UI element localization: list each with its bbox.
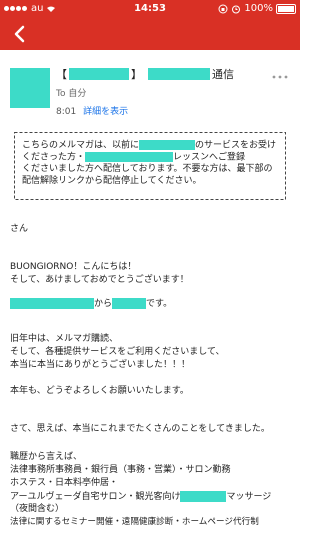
details-link[interactable]: 詳細を表示 — [83, 107, 128, 117]
from-line: から です。 — [10, 298, 295, 311]
battery-icon — [276, 3, 296, 14]
orientation-lock-icon — [218, 4, 228, 13]
paragraph-line: さて、思えば、本当にこれまでたくさんのことをしてきました。 — [10, 424, 270, 434]
notice-text: こちらのメルマガは、以前に のサービスをお受け くださった方・ レッスンへご登録 く… — [22, 140, 282, 187]
paragraph-line: 本当に本当にありがとうございました！！！ — [10, 360, 191, 370]
paragraph-line: アーユルヴェーダ自宅サロン・観光客向け マッサージ — [10, 491, 295, 504]
email-time: 8:01 — [56, 107, 77, 117]
from-text: です。 — [146, 299, 173, 309]
greeting-line: そして、あけましておめでとうございます！ — [10, 275, 189, 285]
notice-line: レッスンへご登録 — [173, 152, 246, 163]
arrow-back-icon[interactable] — [8, 22, 32, 46]
notice-line: くださいました方へ配信しております。不要な方は、最下部の — [22, 164, 273, 174]
paragraph-text: マッサージ — [226, 492, 272, 502]
notice-box: こちらのメルマガは、以前に のサービスをお受け くださった方・ レッスンへご登録 く… — [14, 132, 286, 200]
redacted-text — [148, 68, 210, 80]
redacted-text — [139, 140, 196, 150]
status-bar: au 14:53 100% — [0, 0, 300, 18]
notice-line: 配信解除リンクから配信停止してください。 — [22, 175, 202, 186]
paragraph-line: 職歴から言えば、 — [10, 452, 83, 462]
sender-avatar[interactable] — [10, 68, 50, 108]
subject-bracket-open: 【 — [56, 68, 67, 81]
paragraph-line: ホステス・日本料亭仲居・ — [10, 478, 119, 488]
salutation: さん — [10, 224, 29, 234]
battery-percent: 100% — [244, 3, 273, 14]
notice-line: こちらのメルマガは、以前に — [22, 140, 140, 151]
paragraph-line: 旧年中は、メルマガ購読、 — [10, 334, 119, 344]
more-horiz-icon[interactable] — [272, 74, 288, 80]
redacted-text — [10, 298, 94, 309]
recipient-label: To 自分 — [56, 89, 87, 99]
from-text: から — [94, 299, 113, 309]
paragraph-line: 法律事務所事務員・銀行員（事務・営業）・サロン勤務 — [10, 465, 231, 475]
paragraph-text: アーユルヴェーダ自宅サロン・観光客向け — [10, 492, 181, 502]
redacted-text — [112, 298, 147, 309]
status-right: 100% — [218, 3, 296, 14]
notice-line: のサービスをお受け — [195, 140, 277, 151]
app-bar — [0, 18, 300, 50]
alarm-icon — [232, 5, 241, 13]
paragraph-line: 本年も、どうぞよろしくお願いいたします。 — [10, 386, 189, 396]
email-meta: 8:01 詳細を表示 — [56, 104, 128, 117]
paragraph-line: そして、各種提供サービスをご利用くださいまして、 — [10, 347, 225, 357]
email-header: 【 】 通信 To 自分 8:01 詳細を表示 — [0, 50, 300, 120]
subject-suffix: 通信 — [212, 68, 234, 81]
subject-bracket-close: 】 — [131, 68, 142, 81]
redacted-text — [69, 68, 129, 80]
redacted-text — [180, 491, 227, 502]
paragraph-line: （夜間含む） — [10, 504, 65, 514]
greeting-line: BUONGIORNO！こんにちは！ — [10, 262, 137, 272]
email-subject: 【 】 通信 — [56, 66, 234, 82]
redacted-text — [85, 152, 174, 162]
paragraph-line: 法律に関するセミナー開催・遠隔健康診断・ホームページ代行制 — [10, 517, 259, 527]
notice-line: くださった方・ — [22, 152, 86, 163]
